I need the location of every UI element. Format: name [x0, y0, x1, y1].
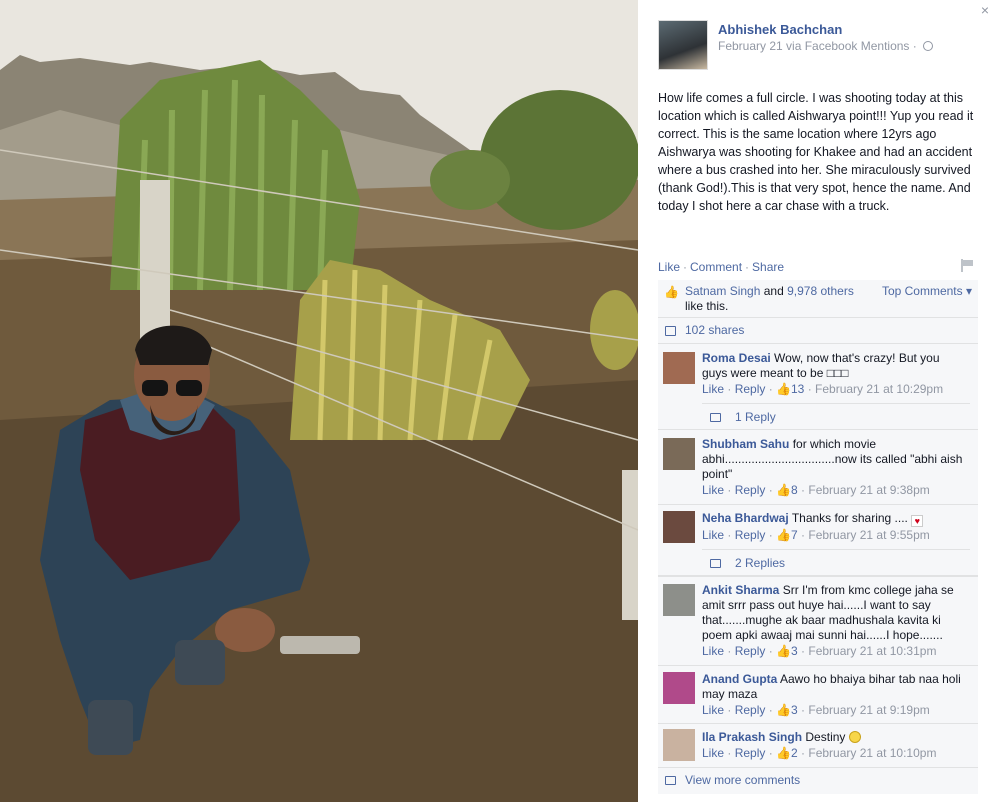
comment-meta: Like · Reply · 👍7 · February 21 at 9:55p…: [702, 528, 930, 542]
shares-summary: 102 shares: [658, 318, 978, 344]
post-text: How life comes a full circle. I was shoo…: [658, 91, 974, 213]
photo-scene: [0, 0, 638, 802]
commenter-name[interactable]: Anand Gupta: [702, 672, 777, 686]
comment-meta: Like · Reply · 👍2 · February 21 at 10:10…: [702, 746, 937, 760]
comment-body: Anand Gupta Aawo ho bhaiya bihar tab naa…: [702, 672, 964, 702]
commenter-avatar[interactable]: [663, 729, 695, 761]
comment-time[interactable]: February 21 at 10:10pm: [808, 746, 936, 760]
comment-time[interactable]: February 21 at 9:19pm: [808, 703, 929, 717]
comment-reply-button[interactable]: Reply: [735, 703, 766, 717]
post-meta: February 21 via Facebook Mentions ·: [718, 39, 934, 53]
commenter-name[interactable]: Shubham Sahu: [702, 437, 789, 451]
post-photo[interactable]: [0, 0, 638, 802]
comment-time[interactable]: February 21 at 10:31pm: [808, 644, 936, 658]
comment-item: Ankit Sharma Srr I'm from kmc college ja…: [658, 576, 978, 666]
commenter-name[interactable]: Roma Desai: [702, 351, 771, 365]
comment-icon: [665, 776, 676, 785]
commenter-name[interactable]: Neha Bhardwaj: [702, 511, 789, 525]
separator: ·: [683, 260, 688, 274]
comment-text: Destiny: [805, 730, 846, 744]
commenter-avatar[interactable]: [663, 672, 695, 704]
comment-like-button[interactable]: Like: [702, 483, 724, 497]
comment-body: Neha Bhardwaj Thanks for sharing .... ♥: [702, 511, 964, 527]
comment-item: Roma Desai Wow, now that's crazy! But yo…: [658, 344, 978, 430]
comment-like-button[interactable]: Like: [702, 382, 724, 396]
comment-body: Roma Desai Wow, now that's crazy! But yo…: [702, 351, 964, 381]
view-replies-link[interactable]: 2 Replies: [735, 556, 785, 571]
commenter-avatar[interactable]: [663, 438, 695, 470]
flag-icon[interactable]: [961, 259, 973, 272]
commenter-avatar[interactable]: [663, 352, 695, 384]
comment-button[interactable]: Comment: [690, 260, 742, 274]
comment-like-count[interactable]: 👍2: [776, 746, 798, 760]
share-icon: [665, 326, 676, 336]
comment-like-button[interactable]: Like: [702, 644, 724, 658]
comment-like-count[interactable]: 👍13: [776, 382, 804, 396]
comment-time[interactable]: February 21 at 10:29pm: [815, 382, 943, 396]
view-more-comments-link[interactable]: View more comments: [685, 773, 800, 787]
comment-like-button[interactable]: Like: [702, 746, 724, 760]
post-actions: Like · Comment · Share: [658, 260, 784, 274]
smile-emoji-icon: [848, 731, 861, 743]
commenter-name[interactable]: Ankit Sharma: [702, 583, 779, 597]
commenter-name[interactable]: Ila Prakash Singh: [702, 730, 802, 744]
close-icon[interactable]: ×: [981, 2, 989, 18]
author-name[interactable]: Abhishek Bachchan: [718, 22, 842, 37]
commenter-avatar[interactable]: [663, 511, 695, 543]
comment-meta: Like · Reply · 👍3 · February 21 at 10:31…: [702, 644, 937, 658]
comment-meta: Like · Reply · 👍8 · February 21 at 9:38p…: [702, 483, 930, 497]
liker-name[interactable]: Satnam Singh: [685, 284, 760, 298]
thumbs-up-icon: 👍: [664, 285, 679, 299]
comment-reply-button[interactable]: Reply: [735, 483, 766, 497]
comment-text: Thanks for sharing ....: [791, 511, 908, 525]
comment-body: Shubham Sahu for which movie abhi.......…: [702, 437, 964, 482]
author-avatar[interactable]: [658, 20, 708, 70]
view-replies-link[interactable]: 1 Reply: [735, 410, 776, 425]
separator: ·: [745, 260, 750, 274]
comment-body: Ankit Sharma Srr I'm from kmc college ja…: [702, 583, 964, 643]
replies-row: 1 Reply: [702, 403, 970, 429]
top-comments-dropdown[interactable]: Top Comments ▾: [882, 284, 972, 299]
likes-suffix: like this.: [685, 299, 729, 313]
comment-like-button[interactable]: Like: [702, 703, 724, 717]
reply-icon: [710, 559, 721, 568]
reply-icon: [710, 413, 721, 422]
comment-reply-button[interactable]: Reply: [735, 746, 766, 760]
likes-and: and: [763, 284, 784, 298]
post-timestamp[interactable]: February 21 via Facebook Mentions ·: [718, 39, 917, 53]
comment-item: Anand Gupta Aawo ho bhaiya bihar tab naa…: [658, 666, 978, 724]
comment-item: Shubham Sahu for which movie abhi.......…: [658, 430, 978, 505]
comment-item: Neha Bhardwaj Thanks for sharing .... ♥ …: [658, 505, 978, 576]
likes-summary: 👍 Satnam Singh and 9,978 others like thi…: [658, 280, 978, 318]
comment-reply-button[interactable]: Reply: [735, 382, 766, 396]
like-button[interactable]: Like: [658, 260, 680, 274]
comment-body: Ila Prakash Singh Destiny: [702, 730, 964, 745]
comment-time[interactable]: February 21 at 9:38pm: [808, 483, 929, 497]
globe-icon: [923, 41, 934, 51]
comment-like-count[interactable]: 👍7: [776, 528, 798, 542]
comment-like-count[interactable]: 👍3: [776, 703, 798, 717]
comment-meta: Like · Reply · 👍13 · February 21 at 10:2…: [702, 382, 944, 396]
heart-icon: ♥: [911, 515, 924, 527]
share-button[interactable]: Share: [752, 260, 784, 274]
comment-like-button[interactable]: Like: [702, 528, 724, 542]
comment-reply-button[interactable]: Reply: [735, 528, 766, 542]
replies-row: 2 Replies: [702, 549, 970, 575]
likes-count-link[interactable]: 9,978 others: [787, 284, 854, 298]
post-header: Abhishek Bachchan February 21 via Facebo…: [658, 20, 934, 70]
comment-like-count[interactable]: 👍3: [776, 644, 798, 658]
feedback-box: 👍 Satnam Singh and 9,978 others like thi…: [658, 280, 978, 794]
shares-link[interactable]: 102 shares: [685, 323, 744, 337]
comments-panel: × Abhishek Bachchan February 21 via Face…: [638, 0, 997, 802]
view-more-row: View more comments: [658, 768, 978, 794]
comment-reply-button[interactable]: Reply: [735, 644, 766, 658]
commenter-avatar[interactable]: [663, 584, 695, 616]
comment-like-count[interactable]: 👍8: [776, 483, 798, 497]
comment-time[interactable]: February 21 at 9:55pm: [808, 528, 929, 542]
comment-item: Ila Prakash Singh Destiny Like · Reply ·…: [658, 724, 978, 768]
comment-meta: Like · Reply · 👍3 · February 21 at 9:19p…: [702, 703, 930, 717]
